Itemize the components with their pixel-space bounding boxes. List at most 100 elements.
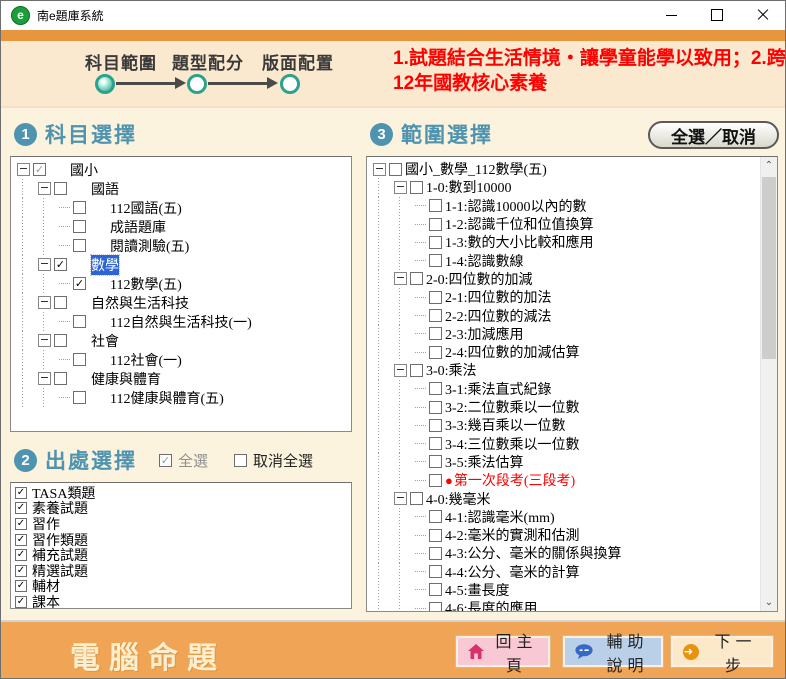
tree-row[interactable]: 國語	[14, 179, 351, 198]
tree-node-label[interactable]: 2-1:四位數的加法	[445, 287, 552, 307]
tree-checkbox[interactable]	[429, 419, 442, 432]
collapse-toggle-icon[interactable]	[38, 182, 51, 195]
tree-node-label[interactable]: ●第一次段考(三段考)	[445, 470, 575, 490]
tree-node-label[interactable]: 國小_數學_112數學(五)	[405, 159, 547, 179]
tree-row[interactable]: ✓112數學(五)	[14, 274, 351, 293]
tree-checkbox[interactable]	[54, 296, 67, 309]
help-button[interactable]: 輔助說明	[563, 636, 663, 667]
tree-checkbox[interactable]	[429, 346, 442, 359]
collapse-toggle-icon[interactable]	[394, 181, 407, 194]
maximize-button[interactable]	[694, 0, 740, 30]
tree-checkbox[interactable]	[73, 391, 86, 404]
tree-checkbox[interactable]	[73, 239, 86, 252]
tree-node-label[interactable]: 4-1:認識毫米(mm)	[445, 507, 555, 527]
tree-row[interactable]: ●第一次段考(三段考)	[370, 471, 761, 489]
tree-checkbox[interactable]	[410, 272, 423, 285]
source-item-checkbox[interactable]: ✓	[15, 565, 27, 577]
source-item-checkbox[interactable]: ✓	[15, 518, 27, 530]
tree-checkbox[interactable]	[429, 291, 442, 304]
tree-node-label[interactable]: 3-5:乘法估算	[445, 452, 524, 472]
source-list-item[interactable]: ✓精選試題	[15, 563, 351, 579]
tree-node-label[interactable]: 3-3:幾百乘以一位數	[445, 415, 566, 435]
tree-checkbox[interactable]	[429, 401, 442, 414]
tree-node-label[interactable]: 成語題庫	[110, 217, 166, 237]
tree-checkbox[interactable]	[429, 455, 442, 468]
tree-row[interactable]: 1-2:認識千位和位值換算	[370, 215, 761, 233]
tree-node-label[interactable]: 國語	[91, 179, 119, 199]
tree-row[interactable]: 4-0:幾毫米	[370, 489, 761, 507]
tree-checkbox[interactable]	[429, 437, 442, 450]
tree-node-label[interactable]: 4-0:幾毫米	[426, 489, 491, 509]
source-item-checkbox[interactable]: ✓	[15, 502, 27, 514]
tree-node-label[interactable]: 1-1:認識10000以內的數	[445, 196, 587, 216]
tree-node-label[interactable]: 自然與生活科技	[91, 293, 189, 313]
tree-row[interactable]: 健康與體育	[14, 369, 351, 388]
tree-row[interactable]: 3-0:乘法	[370, 361, 761, 379]
tree-checkbox[interactable]	[410, 492, 423, 505]
tree-row[interactable]: 4-3:公分、毫米的關係與換算	[370, 544, 761, 562]
tree-checkbox[interactable]	[73, 220, 86, 233]
tree-node-label[interactable]: 健康與體育	[91, 369, 161, 389]
tree-checkbox[interactable]	[429, 309, 442, 322]
source-item-checkbox[interactable]: ✓	[15, 487, 27, 499]
collapse-toggle-icon[interactable]	[373, 163, 386, 176]
source-item-checkbox[interactable]: ✓	[15, 549, 27, 561]
tree-node-label[interactable]: 112國語(五)	[110, 198, 182, 218]
tree-row[interactable]: 2-1:四位數的加法	[370, 288, 761, 306]
tree-row[interactable]: 112社會(一)	[14, 350, 351, 369]
collapse-toggle-icon[interactable]	[38, 258, 51, 271]
tree-row[interactable]: 4-6:長度的應用	[370, 599, 761, 612]
tree-node-label[interactable]: 2-4:四位數的加減估算	[445, 342, 580, 362]
tree-row[interactable]: 112國語(五)	[14, 198, 351, 217]
collapse-toggle-icon[interactable]	[394, 272, 407, 285]
tree-node-label[interactable]: 112數學(五)	[110, 274, 182, 294]
tree-checkbox[interactable]	[429, 199, 442, 212]
tree-node-label[interactable]: 2-0:四位數的加減	[426, 269, 533, 289]
tree-checkbox[interactable]	[73, 315, 86, 328]
tree-node-label[interactable]: 4-6:長度的應用	[445, 598, 538, 612]
next-step-button[interactable]: ➜ 下一步	[671, 636, 773, 667]
scroll-down-icon[interactable]: ⌄	[761, 594, 777, 611]
tree-node-label[interactable]: 1-3:數的大小比較和應用	[445, 232, 594, 252]
collapse-toggle-icon[interactable]	[394, 492, 407, 505]
scope-scrollbar[interactable]: ⌃ ⌄	[760, 157, 777, 611]
tree-checkbox[interactable]	[429, 529, 442, 542]
tree-row[interactable]: 4-2:毫米的實測和估測	[370, 526, 761, 544]
tree-checkbox[interactable]	[410, 181, 423, 194]
tree-node-label[interactable]: 4-4:公分、毫米的計算	[445, 562, 580, 582]
tree-node-label[interactable]: 112自然與生活科技(一)	[110, 312, 252, 332]
home-button[interactable]: 回主頁	[456, 636, 550, 667]
tree-row[interactable]: ✓國小	[14, 160, 351, 179]
tree-checkbox[interactable]	[54, 334, 67, 347]
tree-row[interactable]: 4-4:公分、毫米的計算	[370, 563, 761, 581]
tree-row[interactable]: ✓數學	[14, 255, 351, 274]
tree-checkbox[interactable]	[429, 583, 442, 596]
select-all-option[interactable]: ✓ 全選	[159, 450, 208, 471]
collapse-toggle-icon[interactable]	[17, 163, 30, 176]
tree-checkbox[interactable]	[429, 218, 442, 231]
tree-node-label[interactable]: 4-5:畫長度	[445, 580, 510, 600]
tree-node-label[interactable]: 2-2:四位數的減法	[445, 306, 552, 326]
tree-node-label[interactable]: 3-0:乘法	[426, 360, 477, 380]
tree-checkbox[interactable]: ✓	[54, 258, 67, 271]
minimize-button[interactable]	[648, 0, 694, 30]
tree-row[interactable]: 3-3:幾百乘以一位數	[370, 416, 761, 434]
tree-row[interactable]: 4-5:畫長度	[370, 581, 761, 599]
tree-node-label[interactable]: 閱讀測驗(五)	[110, 236, 189, 256]
tree-row[interactable]: 3-5:乘法估算	[370, 453, 761, 471]
tree-row[interactable]: 3-4:三位數乘以一位數	[370, 434, 761, 452]
tree-checkbox[interactable]	[429, 474, 442, 487]
tree-row[interactable]: 社會	[14, 331, 351, 350]
source-item-checkbox[interactable]: ✓	[15, 596, 27, 608]
tree-checkbox[interactable]	[429, 602, 442, 612]
tree-checkbox[interactable]	[429, 382, 442, 395]
tree-checkbox[interactable]	[429, 327, 442, 340]
tree-node-label[interactable]: 社會	[91, 331, 119, 351]
source-item-checkbox[interactable]: ✓	[15, 580, 27, 592]
tree-node-label[interactable]: 112社會(一)	[110, 350, 182, 370]
tree-checkbox[interactable]	[429, 547, 442, 560]
tree-row[interactable]: 1-1:認識10000以內的數	[370, 197, 761, 215]
tree-row[interactable]: 國小_數學_112數學(五)	[370, 160, 761, 178]
tree-checkbox[interactable]	[429, 236, 442, 249]
tree-checkbox[interactable]	[73, 353, 86, 366]
